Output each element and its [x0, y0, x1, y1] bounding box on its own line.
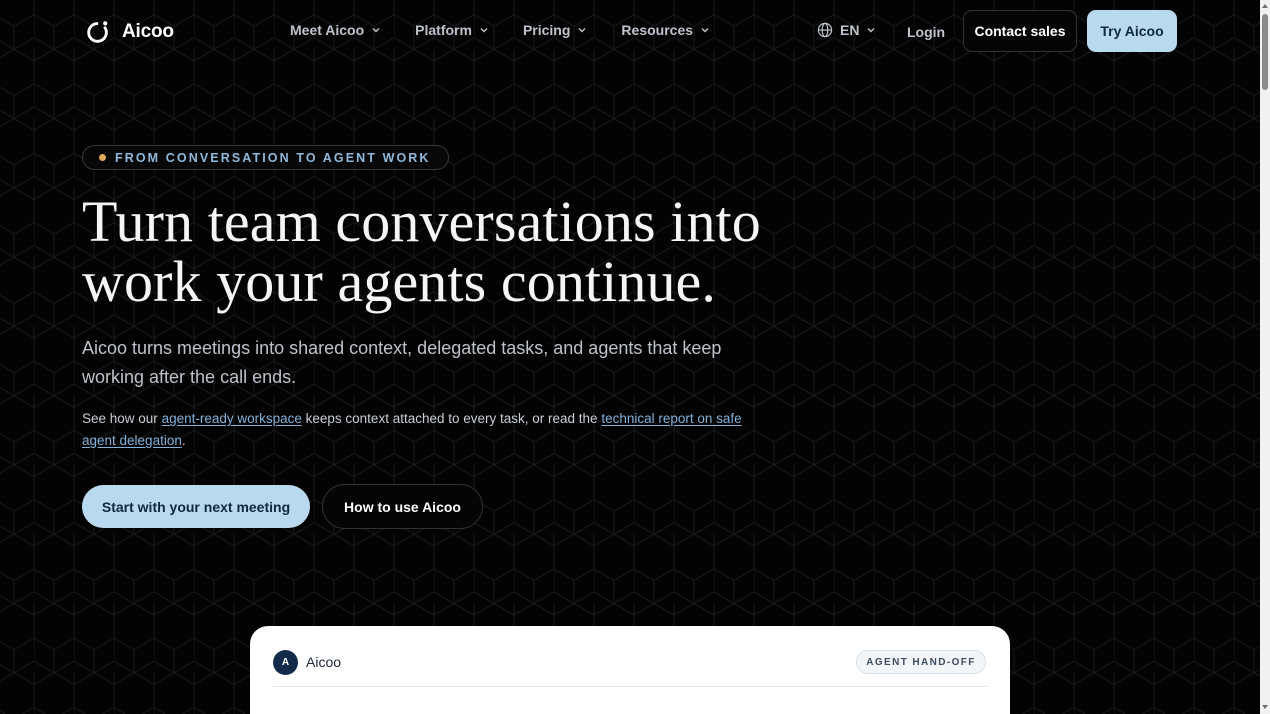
- nav-item-label: Platform: [415, 22, 472, 38]
- nav-item-resources[interactable]: Resources: [621, 22, 710, 38]
- page-scrollbar[interactable]: [1260, 0, 1270, 714]
- language-label: EN: [840, 22, 860, 38]
- ring-logo-icon: [87, 21, 108, 43]
- card-divider: [273, 686, 987, 687]
- nav-item-meet-aicoo[interactable]: Meet Aicoo: [290, 22, 381, 38]
- scrollbar-thumb[interactable]: [1262, 14, 1268, 90]
- eyebrow-badge: FROM CONVERSATION TO AGENT WORK: [82, 145, 449, 170]
- agent-ready-workspace-link[interactable]: agent-ready workspace: [162, 411, 302, 426]
- subtext-prefix: See how our: [82, 411, 162, 426]
- eyebrow-text: FROM CONVERSATION TO AGENT WORK: [115, 150, 431, 165]
- chevron-down-icon: [480, 28, 488, 33]
- chevron-down-icon: [578, 28, 586, 33]
- language-selector[interactable]: EN: [817, 22, 876, 38]
- avatar: A: [273, 650, 298, 675]
- hero-subtext: See how our agent-ready workspace keeps …: [82, 408, 742, 452]
- chevron-down-icon: [701, 28, 709, 33]
- status-dot-icon: [99, 154, 106, 161]
- start-next-meeting-button[interactable]: Start with your next meeting: [82, 485, 310, 528]
- scroll-down-arrow-icon[interactable]: [1262, 705, 1268, 709]
- logo-link[interactable]: Aicoo: [86, 19, 174, 44]
- scroll-up-arrow-icon[interactable]: [1262, 4, 1268, 8]
- hero-headline: Turn team conversations into work your a…: [82, 192, 761, 312]
- nav-item-label: Resources: [621, 22, 694, 38]
- nav-item-label: Meet Aicoo: [290, 22, 365, 38]
- nav-item-pricing[interactable]: Pricing: [523, 22, 587, 38]
- try-aicoo-button[interactable]: Try Aicoo: [1087, 10, 1177, 52]
- contact-sales-button[interactable]: Contact sales: [963, 10, 1077, 52]
- headline-line-2: work your agents continue.: [82, 249, 717, 314]
- logo-text: Aicoo: [122, 20, 174, 42]
- card-brand-name: Aicoo: [306, 654, 342, 670]
- globe-icon: [817, 22, 833, 38]
- nav-item-label: Pricing: [522, 22, 571, 38]
- top-navigation: Aicoo Meet Aicoo Platform Pricing Resour…: [0, 0, 1260, 64]
- headline-line-1: Turn team conversations into: [82, 189, 761, 254]
- chevron-down-icon: [867, 28, 875, 33]
- nav-links: Meet Aicoo Platform Pricing Resources: [290, 22, 744, 38]
- how-to-use-button[interactable]: How to use Aicoo: [322, 484, 483, 529]
- nav-item-platform[interactable]: Platform: [415, 22, 489, 38]
- hero-lede: Aicoo turns meetings into shared context…: [82, 338, 722, 387]
- landing-page: Aicoo Meet Aicoo Platform Pricing Resour…: [0, 0, 1260, 714]
- preview-card: A Aicoo AGENT HAND-OFF: [250, 626, 1010, 714]
- login-link[interactable]: Login: [907, 24, 945, 40]
- status-badge: AGENT HAND-OFF: [856, 650, 986, 674]
- subtext-suffix: .: [181, 433, 186, 448]
- chevron-down-icon: [372, 28, 380, 33]
- subtext-middle: keeps context attached to every task, or…: [301, 411, 602, 426]
